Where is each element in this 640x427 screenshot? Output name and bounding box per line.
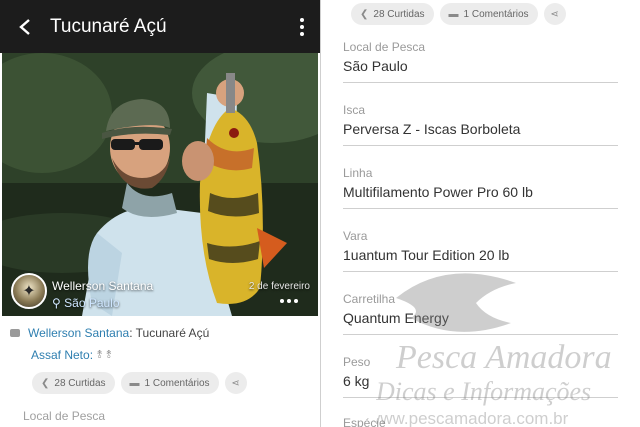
field-value: Multifilamento Power Pro 60 lb (343, 184, 533, 200)
comments-chip[interactable]: ▬ 1 Comentários (120, 372, 219, 394)
fish-like-icon: ⥉ (97, 348, 103, 361)
fish-icon: ❮ (41, 377, 50, 389)
fish-like-icon-2: ⥉ (106, 348, 112, 361)
comments-count-right: 1 Comentários (463, 8, 529, 20)
like-row: Assaf Neto: ⥉ ⥉ (31, 348, 111, 362)
likes-chip-right[interactable]: ❮ 28 Curtidas (351, 3, 434, 25)
share-icon: ⋖ (550, 8, 559, 20)
watermark-fish-icon (396, 273, 516, 332)
comments-chip-right[interactable]: ▬ 1 Comentários (439, 3, 538, 25)
photo-illustration (2, 53, 318, 316)
share-icon: ⋖ (231, 377, 240, 389)
likes-count: 28 Curtidas (54, 377, 106, 389)
watermark-line1: Pesca Amadora (395, 339, 612, 376)
field-divider (343, 145, 618, 146)
fish-icon: ❮ (360, 8, 369, 20)
pesca-amadora-watermark: Pesca Amadora Dicas e Informações www.pe… (376, 273, 612, 427)
field-label: Vara (343, 229, 368, 243)
post-user-name[interactable]: Wellerson Santana (52, 279, 153, 293)
comment-author[interactable]: Wellerson Santana (28, 326, 129, 340)
top-app-bar: Tucunaré Açú (0, 0, 320, 53)
more-horiz-icon (280, 299, 284, 303)
field-divider (343, 208, 618, 209)
likes-chip[interactable]: ❮ 28 Curtidas (32, 372, 115, 394)
share-button[interactable]: ⋖ (224, 372, 247, 394)
field-label: Isca (343, 103, 366, 117)
comment-icon: ▬ (448, 8, 459, 20)
fish-photo[interactable]: ✦ Wellerson Santana ⚲ São Paulo 2 de fev… (2, 53, 318, 316)
field-label: Local de Pesca (343, 40, 426, 54)
left-screen: Tucunaré Açú ✦ Wellerson Santana ⚲ São P… (0, 0, 320, 427)
watermark-line2: Dicas e Informações (376, 377, 591, 406)
comment-row: Wellerson Santana: Tucunaré Açú (10, 326, 209, 340)
post-more-button[interactable] (280, 299, 298, 303)
page-title: Tucunaré Açú (50, 15, 167, 37)
watermark-line3: www.pescamadora.com.br (376, 409, 569, 427)
back-button[interactable] (0, 0, 50, 53)
likes-count-right: 28 Curtidas (373, 8, 425, 20)
post-date: 2 de fevereiro (248, 281, 310, 292)
more-vert-icon (300, 17, 304, 22)
right-screen: ❮ 28 Curtidas ▬ 1 Comentários ⋖ Local de… (321, 0, 640, 427)
local-de-pesca-label: Local de Pesca (23, 409, 106, 423)
comment-icon: ▬ (129, 377, 140, 389)
avatar-emblem-icon: ✦ (22, 283, 36, 300)
post-location-text: São Paulo (64, 296, 120, 310)
field-local-de-pesca: Local de Pesca São Paulo (343, 40, 618, 83)
comments-count: 1 Comentários (144, 377, 210, 389)
user-avatar[interactable]: ✦ (11, 273, 47, 309)
back-arrow-icon (19, 18, 30, 35)
field-divider (343, 82, 618, 83)
like-user-name[interactable]: Assaf Neto: (31, 348, 93, 362)
action-chips: ❮ 28 Curtidas ▬ 1 Comentários ⋖ (32, 372, 247, 394)
overflow-menu-button[interactable] (284, 0, 320, 53)
comment-bubble-icon (10, 329, 20, 337)
field-label: Linha (343, 166, 373, 180)
field-value: São Paulo (343, 58, 408, 74)
post-location[interactable]: ⚲ São Paulo (52, 296, 120, 310)
comment-text: : Tucunaré Açú (129, 326, 210, 340)
action-chips-right: ❮ 28 Curtidas ▬ 1 Comentários ⋖ (351, 3, 566, 25)
field-value: Perversa Z - Iscas Borboleta (343, 121, 521, 137)
share-button-right[interactable]: ⋖ (543, 3, 566, 25)
field-isca: Isca Perversa Z - Iscas Borboleta (343, 103, 618, 146)
field-linha: Linha Multifilamento Power Pro 60 lb (343, 166, 618, 209)
location-pin-icon: ⚲ (52, 296, 61, 310)
